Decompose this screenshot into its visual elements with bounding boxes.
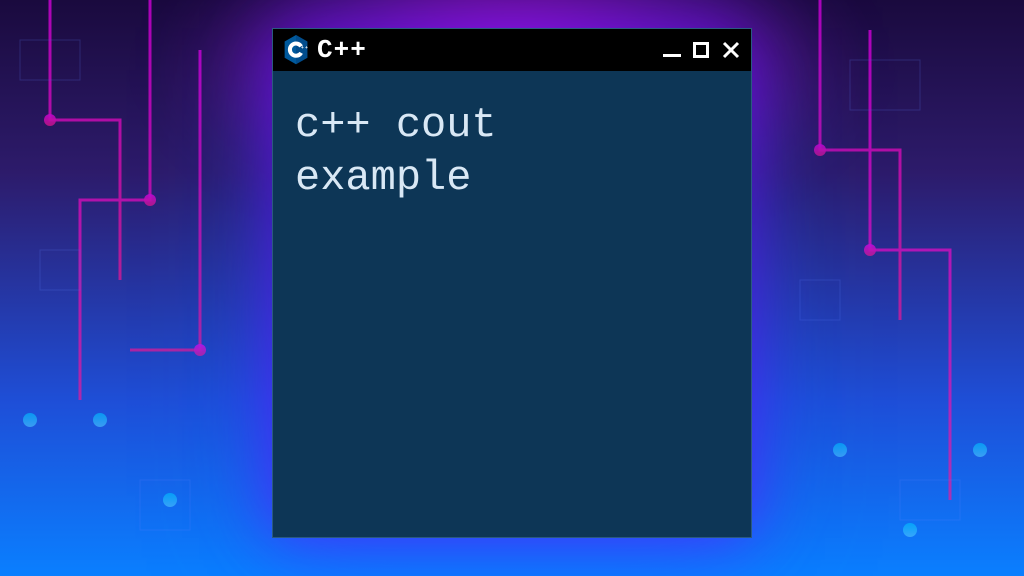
terminal-window: + + C++ c++ cout example <box>272 28 752 538</box>
cpp-logo-icon: + + <box>283 36 309 64</box>
minimize-icon <box>663 54 681 57</box>
close-icon <box>721 40 741 60</box>
window-title: C++ <box>317 35 655 65</box>
window-controls <box>663 40 741 60</box>
minimize-button[interactable] <box>663 44 681 57</box>
terminal-content[interactable]: c++ cout example <box>273 71 751 537</box>
window-titlebar[interactable]: + + C++ <box>273 29 751 71</box>
maximize-icon <box>693 42 709 58</box>
close-button[interactable] <box>721 40 741 60</box>
svg-text:+: + <box>301 46 304 51</box>
svg-text:+: + <box>305 46 308 51</box>
maximize-button[interactable] <box>693 42 709 58</box>
